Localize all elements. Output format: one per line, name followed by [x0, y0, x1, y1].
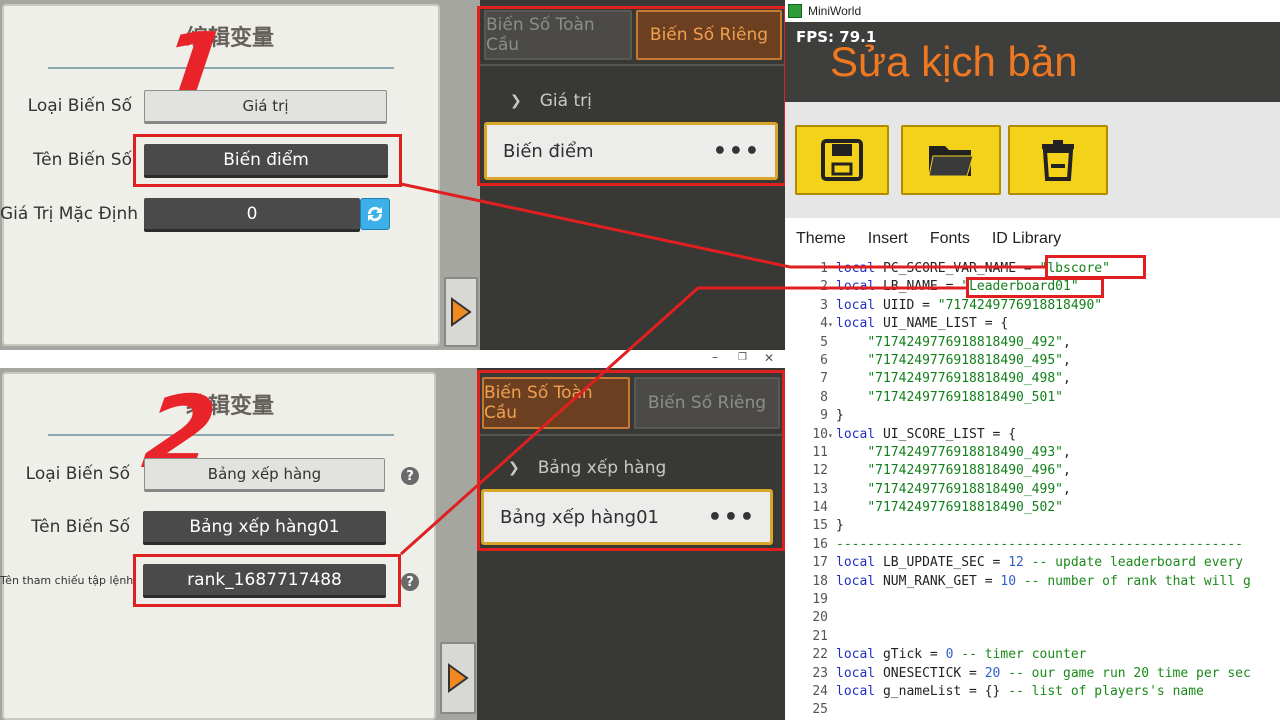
connector-line-1: [400, 182, 1046, 269]
connector-line-2: [399, 286, 967, 556]
connector-lines: [399, 182, 1046, 556]
